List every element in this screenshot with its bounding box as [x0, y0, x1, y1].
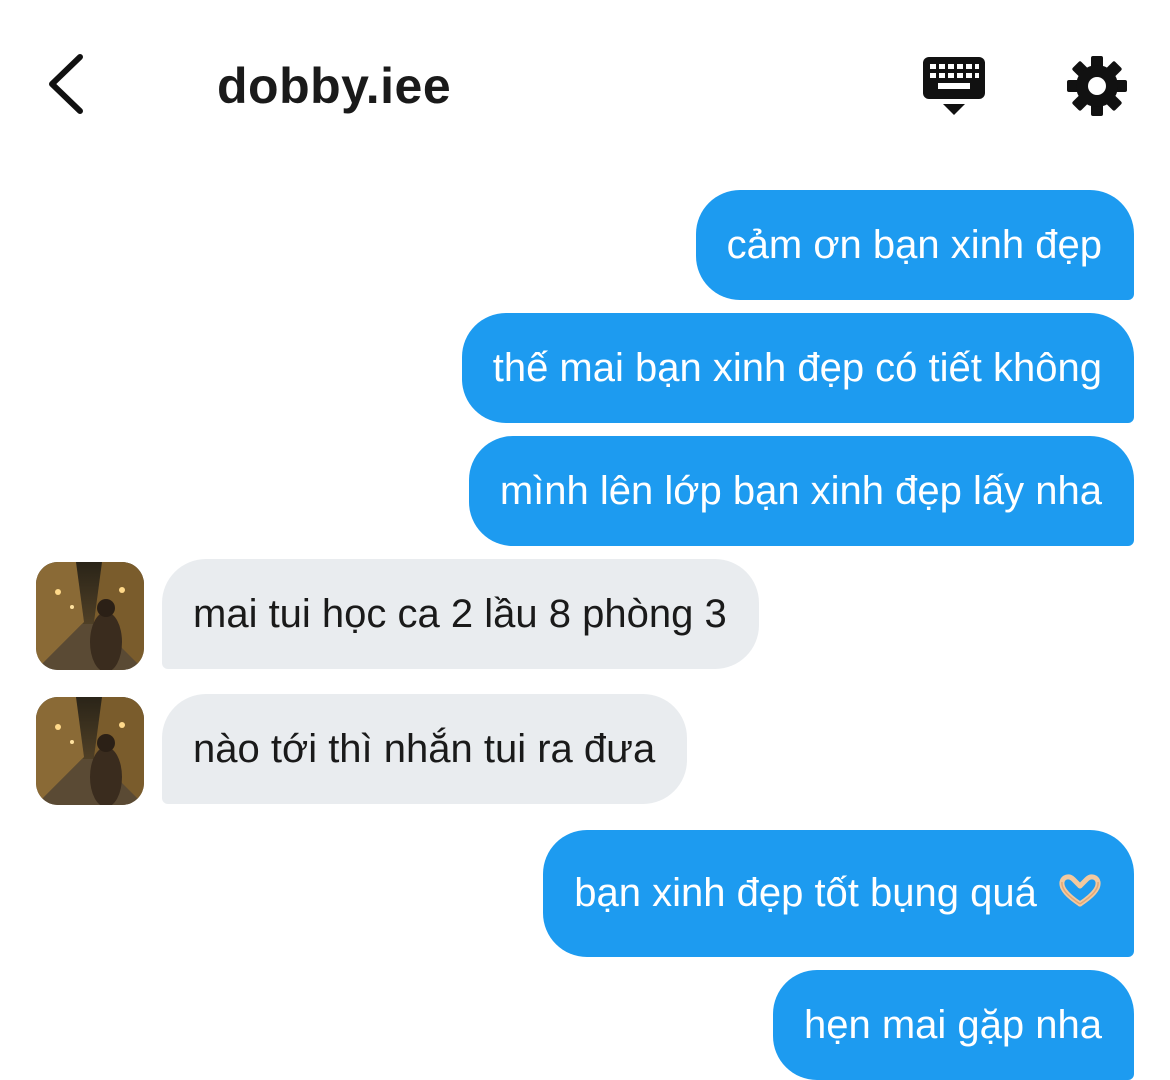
heart-hands-icon	[1058, 832, 1102, 959]
avatar[interactable]	[36, 697, 144, 805]
message-text: mai tui học ca 2 lầu 8 phòng 3	[193, 592, 727, 636]
settings-button[interactable]	[1066, 55, 1128, 117]
message-bubble-sent[interactable]: hẹn mai gặp nha	[772, 970, 1134, 1080]
message-text: nào tới thì nhắn tui ra đưa	[193, 727, 656, 771]
avatar-photo	[36, 697, 144, 805]
gear-icon	[1067, 56, 1127, 116]
message-bubble-sent[interactable]: mình lên lớp bạn xinh đẹp lấy nha	[468, 436, 1134, 546]
conversation-header: dobby.iee	[0, 0, 1170, 170]
avatar-photo	[36, 562, 144, 670]
message-bubble-received[interactable]: mai tui học ca 2 lầu 8 phòng 3	[162, 559, 759, 669]
keyboard-icon	[923, 57, 985, 115]
message-text: cảm ơn bạn xinh đẹp	[726, 223, 1102, 267]
message-text: hẹn mai gặp nha	[803, 1003, 1102, 1047]
back-button[interactable]	[40, 50, 100, 120]
chevron-left-icon	[49, 54, 83, 114]
message-bubble-sent[interactable]: cảm ơn bạn xinh đẹp	[695, 190, 1134, 300]
conversation-title[interactable]: dobby.iee	[217, 56, 451, 116]
keyboard-button[interactable]	[920, 55, 990, 119]
message-text: thế mai bạn xinh đẹp có tiết không	[492, 346, 1102, 390]
avatar[interactable]	[36, 562, 144, 670]
message-bubble-sent[interactable]: thế mai bạn xinh đẹp có tiết không	[461, 313, 1134, 423]
message-bubble-sent[interactable]: bạn xinh đẹp tốt bụng quá	[543, 830, 1134, 957]
message-bubble-received[interactable]: nào tới thì nhắn tui ra đưa	[162, 694, 688, 804]
message-text: bạn xinh đẹp tốt bụng quá	[574, 871, 1037, 915]
message-text: mình lên lớp bạn xinh đẹp lấy nha	[499, 469, 1102, 513]
